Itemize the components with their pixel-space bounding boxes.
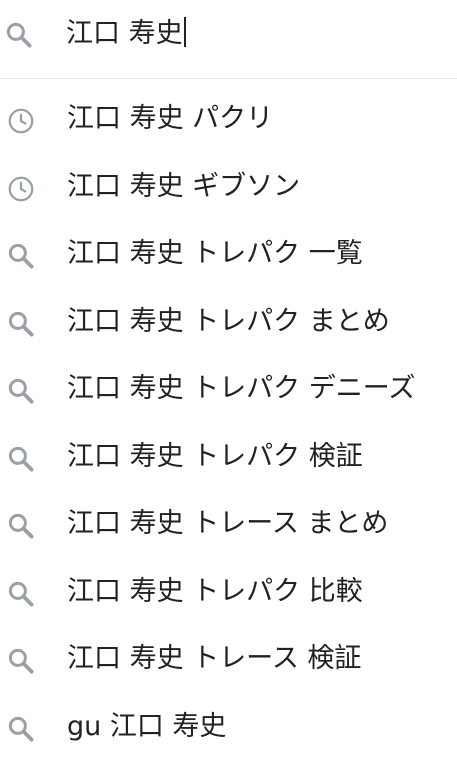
suggestion-item[interactable]: 江口 寿史 トレパク 比較 (0, 558, 457, 626)
suggestion-text: 江口 寿史 トレパク まとめ (67, 302, 390, 342)
suggestion-item[interactable]: 江口 寿史 トレース 検証 (0, 625, 457, 693)
suggestion-text: 江口 寿史 ギブソン (67, 167, 300, 207)
suggestion-text: 江口 寿史 パクリ (67, 99, 273, 139)
suggestion-item[interactable]: 江口 寿史 トレパク デニーズ (0, 355, 457, 423)
suggestion-item[interactable]: 江口 寿史 トレパク 検証 (0, 423, 457, 491)
suggestion-item[interactable]: 江口 寿史 パクリ (0, 85, 457, 153)
text-caret (184, 17, 186, 47)
suggestion-item[interactable]: 江口 寿史 トレース まとめ (0, 490, 457, 558)
search-icon (6, 309, 36, 339)
suggestion-item[interactable]: gu 江口 寿史 (0, 693, 457, 760)
suggestion-text: gu 江口 寿史 (67, 707, 226, 747)
suggestion-item[interactable]: 江口 寿史 トレパク まとめ (0, 288, 457, 356)
suggestion-item[interactable]: 江口 寿史 トレパク 一覧 (0, 220, 457, 288)
suggestion-text: 江口 寿史 トレパク 一覧 (67, 234, 363, 274)
search-icon (6, 241, 36, 271)
search-bar[interactable]: 江口 寿史 (0, 0, 457, 79)
suggestion-text: 江口 寿史 トレパク 比較 (67, 572, 363, 612)
search-input[interactable]: 江口 寿史 (66, 14, 186, 54)
history-icon (6, 174, 36, 204)
search-icon (6, 714, 36, 744)
search-query-text: 江口 寿史 (66, 18, 183, 49)
suggestion-text: 江口 寿史 トレース 検証 (67, 639, 361, 679)
search-icon (6, 646, 36, 676)
search-icon (6, 511, 36, 541)
suggestion-item[interactable]: 江口 寿史 ギブソン (0, 153, 457, 221)
suggestion-text: 江口 寿史 トレパク 検証 (67, 437, 363, 477)
search-icon (4, 20, 34, 50)
suggestion-list: 江口 寿史 パクリ江口 寿史 ギブソン江口 寿史 トレパク 一覧江口 寿史 トレ… (0, 85, 457, 760)
suggestion-text: 江口 寿史 トレパク デニーズ (67, 369, 415, 409)
search-icon (6, 376, 36, 406)
search-icon (6, 444, 36, 474)
search-icon (6, 579, 36, 609)
history-icon (6, 106, 36, 136)
suggestion-text: 江口 寿史 トレース まとめ (67, 504, 388, 544)
